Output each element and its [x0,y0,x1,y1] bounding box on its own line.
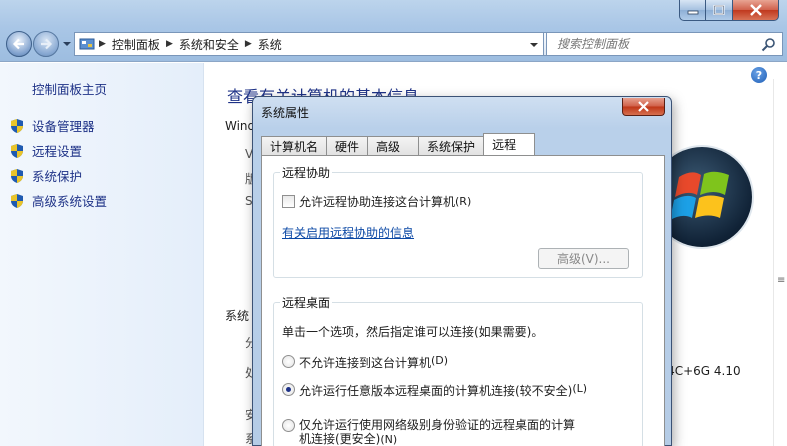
uac-shield-icon [11,168,23,183]
search-icon[interactable] [761,37,776,52]
remote-desktop-description: 单击一个选项，然后指定谁可以连接(如果需要)。 [282,325,544,339]
option-label-line1: 仅允许运行使用网络级别身份验证的远程桌面的计算 [299,418,576,432]
forward-button[interactable] [33,31,59,57]
allow-remote-assistance-checkbox[interactable] [282,195,295,208]
minimize-button[interactable] [679,0,706,21]
task-device-manager[interactable]: 设备管理器 [9,113,107,138]
option-label: 允许运行任意版本远程桌面的计算机连接(较不安全) [299,384,573,398]
windows-edition-heading: Wind [225,119,256,133]
minimize-icon [687,10,698,15]
task-label: 系统保护 [32,169,83,184]
tab-panel-remote: 远程协助 允许远程协助连接这台计算机 (R) 有关启用远程协助的信息 高级(V)… [261,155,665,446]
hotkey-hint: (R) [455,195,472,208]
window-controls [679,0,779,21]
tab-strip: 计算机名 硬件 高级 系统保护 远程 [261,133,536,155]
task-system-protection[interactable]: 系统保护 [9,163,107,188]
remote-assistance-legend: 远程协助 [280,164,333,181]
advanced-button[interactable]: 高级(V)... [538,248,629,269]
option-deny-connections[interactable]: 不允许连接到这台计算机 (D) [282,354,448,371]
system-properties-dialog: 系统属性 计算机名 硬件 高级 系统保护 远程 远程协助 允许远程协助连接这台计… [252,96,672,446]
dialog-close-button[interactable] [622,98,665,116]
task-advanced-system-settings[interactable]: 高级系统设置 [9,188,107,213]
remote-assistance-info-link[interactable]: 有关启用远程协助的信息 [282,224,414,241]
task-label: 高级系统设置 [32,194,108,209]
option-allow-nla-only[interactable]: 仅允许运行使用网络级别身份验证的远程桌面的计算 机连接(更安全)(N) [282,418,575,446]
tab-advanced[interactable]: 高级 [367,136,420,155]
hotkey-hint: (L) [572,382,588,395]
uac-shield-icon [11,118,23,133]
breadcrumb-system[interactable]: 系统 [258,36,282,53]
hotkey-hint: (N) [380,433,398,446]
system-section-heading: 系统 [225,309,250,323]
uac-shield-icon [11,193,23,208]
uac-shield-icon [11,143,23,158]
window-chrome: ▶ 控制面板 ▶ 系统和安全 ▶ 系统 [0,0,787,62]
task-list: 设备管理器 远程设置 系统保护 高级系统设置 [9,113,107,213]
tab-hardware[interactable]: 硬件 [326,136,369,155]
dialog-title: 系统属性 [261,106,310,120]
task-label: 设备管理器 [32,119,95,134]
breadcrumb-separator: ▶ [99,39,106,49]
maximize-button[interactable] [706,0,733,21]
allow-remote-assistance-label: 允许远程协助连接这台计算机 [299,195,456,209]
breadcrumb-separator[interactable]: ▶ [166,39,173,49]
back-button[interactable] [6,31,32,57]
recent-pages-dropdown-icon[interactable] [62,40,72,48]
close-window-button[interactable] [733,0,779,21]
task-label: 远程设置 [32,144,83,159]
remote-desktop-legend: 远程桌面 [280,294,333,311]
address-bar[interactable]: ▶ 控制面板 ▶ 系统和安全 ▶ 系统 [74,32,544,56]
remote-assistance-group: 远程协助 允许远程协助连接这台计算机 (R) 有关启用远程协助的信息 高级(V)… [273,164,643,278]
left-pane: 控制面板主页 设备管理器 远程设置 系统保护 高级系统设置 [0,63,204,446]
breadcrumb-separator[interactable]: ▶ [245,39,252,49]
option-label: 不允许连接到这台计算机 [299,356,432,370]
breadcrumb-control-panel[interactable]: 控制面板 [112,36,160,53]
remote-desktop-group: 远程桌面 单击一个选项，然后指定谁可以连接(如果需要)。 不允许连接到这台计算机… [273,294,643,446]
control-panel-home-link[interactable]: 控制面板主页 [32,79,107,98]
radio-allow-nla[interactable] [282,419,295,432]
radio-deny[interactable] [282,355,295,368]
tab-remote[interactable]: 远程 [483,133,536,155]
help-icon[interactable]: ? [751,67,767,83]
navigation-bar: ▶ 控制面板 ▶ 系统和安全 ▶ 系统 [4,30,783,58]
search-box[interactable] [546,32,783,56]
close-icon [638,101,649,112]
maximize-icon [713,5,725,15]
arrow-left-icon [12,38,24,50]
hotkey-hint: (D) [431,354,449,367]
tab-system-protection[interactable]: 系统保护 [418,136,485,155]
tab-computer-name[interactable]: 计算机名 [261,136,328,155]
allow-remote-assistance-option[interactable]: 允许远程协助连接这台计算机 (R) [282,193,471,210]
option-label: 仅允许运行使用网络级别身份验证的远程桌面的计算 机连接(更安全)(N) [299,418,575,446]
control-panel-icon [79,38,95,50]
search-input[interactable] [557,37,757,51]
task-remote-settings[interactable]: 远程设置 [9,138,107,163]
option-label-line2: 机连接(更安全) [299,432,381,446]
arrow-right-icon [41,38,53,50]
breadcrumb-system-security[interactable]: 系统和安全 [179,36,239,53]
close-icon [749,4,762,16]
address-dropdown-icon[interactable] [529,41,539,49]
vertical-scrollbar[interactable]: ≡ [773,79,787,446]
option-allow-any-version[interactable]: 允许运行任意版本远程桌面的计算机连接(较不安全) (L) [282,382,587,399]
scrollbar-grip-icon[interactable]: ≡ [777,275,785,286]
radio-allow-any[interactable] [282,383,295,396]
